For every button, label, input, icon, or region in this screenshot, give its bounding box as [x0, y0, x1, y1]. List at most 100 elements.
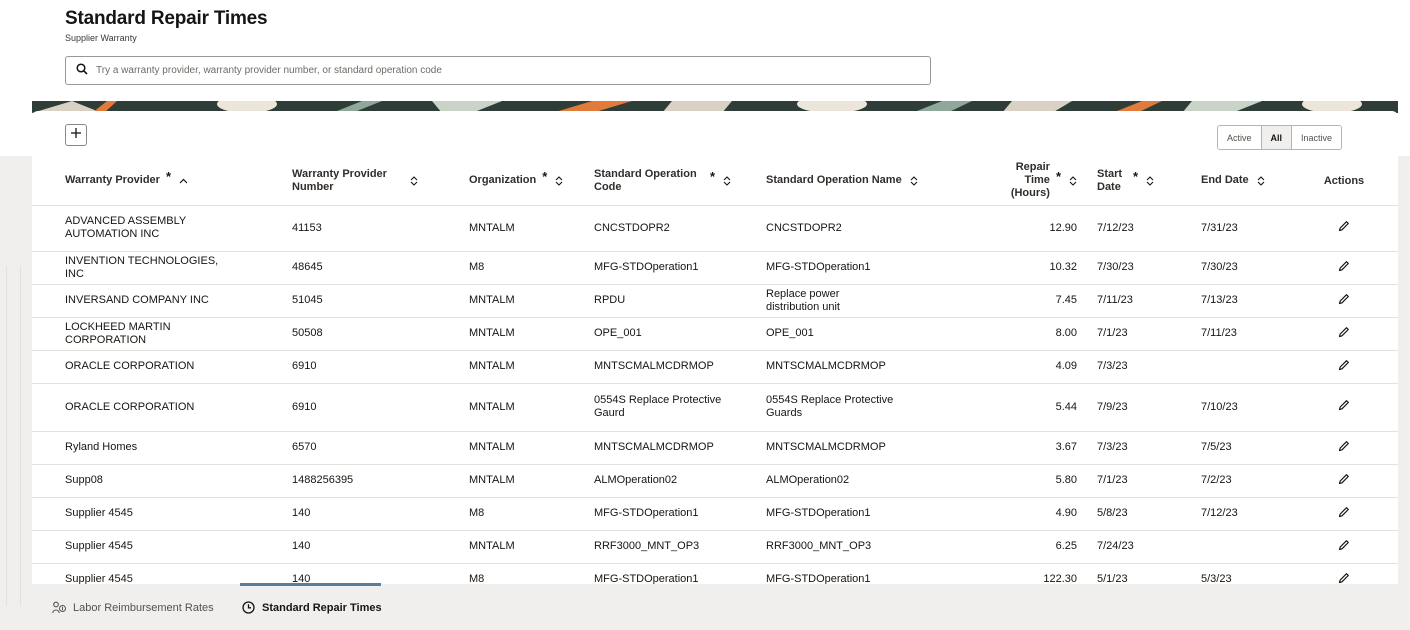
- cell-operation-code: MFG-STDOperation1: [561, 497, 733, 531]
- cell-actions: [1290, 317, 1398, 351]
- filter-inactive[interactable]: Inactive: [1292, 126, 1342, 149]
- cell-operation-name: MNTSCMALMCDRMOP: [733, 350, 955, 384]
- sort-icon[interactable]: [555, 175, 563, 186]
- cell-provider-number: 140: [259, 530, 436, 564]
- table-row[interactable]: Supplier 4545 140 M8 MFG-STDOperation1 MFG-S…: [32, 497, 1398, 531]
- table-row[interactable]: Supp08 1488256395 MNTALM ALMOperation02 ALMO…: [32, 464, 1398, 498]
- pencil-icon[interactable]: [1338, 506, 1350, 518]
- cell-organization: MNTALM: [436, 530, 561, 564]
- col-organization[interactable]: Organization *: [436, 157, 563, 206]
- pencil-icon[interactable]: [1338, 326, 1350, 338]
- cell-organization: MNTALM: [436, 317, 561, 351]
- pencil-icon[interactable]: [1338, 359, 1350, 371]
- table-row[interactable]: INVENTION TECHNOLOGIES, INC 48645 M8 MFG-ST…: [32, 251, 1398, 285]
- cell-end-date: 5/3/23: [1176, 563, 1290, 584]
- cell-warranty-provider: INVENTION TECHNOLOGIES, INC: [32, 251, 259, 285]
- col-standard-operation-name[interactable]: Standard Operation Name: [733, 157, 955, 206]
- cell-provider-number: 50508: [259, 317, 436, 351]
- search-input[interactable]: [96, 65, 896, 76]
- cell-actions: [1290, 431, 1398, 465]
- pencil-icon[interactable]: [1338, 293, 1350, 305]
- cell-operation-code: MFG-STDOperation1: [561, 563, 733, 584]
- col-end-date[interactable]: End Date: [1176, 157, 1290, 206]
- col-start-date[interactable]: Start Date *: [1087, 157, 1176, 206]
- labor-rates-icon: [52, 601, 66, 614]
- table-card: Active All Inactive Warranty Provider * W…: [32, 111, 1398, 584]
- tab-labor-reimbursement-rates[interactable]: Labor Reimbursement Rates: [52, 601, 214, 614]
- cell-provider-number: 140: [259, 497, 436, 531]
- tab-label: Labor Reimbursement Rates: [73, 601, 214, 614]
- cell-start-date: 5/1/23: [1087, 563, 1176, 584]
- cell-repair-time: 5.80: [955, 464, 1087, 498]
- cell-repair-time: 4.09: [955, 350, 1087, 384]
- sort-icon[interactable]: [910, 175, 918, 186]
- table-row[interactable]: ORACLE CORPORATION 6910 MNTALM 0554S Replac…: [32, 383, 1398, 432]
- cell-actions: [1290, 530, 1398, 564]
- cell-operation-name: OPE_001: [733, 317, 955, 351]
- cell-start-date: 7/30/23: [1087, 251, 1176, 285]
- required-marker: *: [1055, 169, 1061, 185]
- cell-provider-number: 140: [259, 563, 436, 584]
- cell-actions: [1290, 383, 1398, 432]
- cell-actions: [1290, 464, 1398, 498]
- table-row[interactable]: LOCKHEED MARTIN CORPORATION 50508 MNTALM OP…: [32, 317, 1398, 351]
- sort-icon[interactable]: [410, 175, 418, 186]
- filter-active[interactable]: Active: [1218, 126, 1262, 149]
- cell-start-date: 7/1/23: [1087, 317, 1176, 351]
- cell-start-date: 7/3/23: [1087, 350, 1176, 384]
- tab-standard-repair-times[interactable]: Standard Repair Times: [242, 601, 382, 614]
- add-button[interactable]: [65, 124, 87, 146]
- cell-repair-time: 7.45: [955, 284, 1087, 318]
- cell-warranty-provider: Supplier 4545: [32, 563, 259, 584]
- cell-end-date: 7/31/23: [1176, 205, 1290, 252]
- sort-ascending-icon[interactable]: [179, 178, 188, 184]
- table-row[interactable]: Supplier 4545 140 M8 MFG-STDOperation1 MFG-S…: [32, 563, 1398, 584]
- cell-warranty-provider: ADVANCED ASSEMBLY AUTOMATION INC: [32, 205, 259, 252]
- pencil-icon[interactable]: [1338, 539, 1350, 551]
- sort-icon[interactable]: [723, 175, 731, 186]
- pencil-icon[interactable]: [1338, 440, 1350, 452]
- status-filter[interactable]: Active All Inactive: [1217, 125, 1343, 150]
- cell-actions: [1290, 497, 1398, 531]
- cell-end-date: [1176, 350, 1290, 384]
- table-row[interactable]: ADVANCED ASSEMBLY AUTOMATION INC 41153 MNT…: [32, 205, 1398, 252]
- cell-organization: M8: [436, 251, 561, 285]
- table-row[interactable]: Ryland Homes 6570 MNTALM MNTSCMALMCDRMOP MNT…: [32, 431, 1398, 465]
- pencil-icon[interactable]: [1338, 572, 1350, 584]
- cell-operation-name: CNCSTDOPR2: [733, 205, 955, 252]
- repair-times-table: Warranty Provider * Warranty Provider Num…: [32, 157, 1398, 584]
- page-subtitle: Supplier Warranty: [65, 33, 137, 43]
- table-row[interactable]: ORACLE CORPORATION 6910 MNTALM MNTSCMALMCDR…: [32, 350, 1398, 384]
- cell-operation-code: MFG-STDOperation1: [561, 251, 733, 285]
- cell-operation-name: MFG-STDOperation1: [733, 563, 955, 584]
- table-row[interactable]: INVERSAND COMPANY INC 51045 MNTALM RPDU Repl…: [32, 284, 1398, 318]
- col-warranty-provider-number[interactable]: Warranty Provider Number: [259, 157, 436, 206]
- cell-organization: M8: [436, 497, 561, 531]
- search-box[interactable]: [65, 56, 931, 85]
- cell-actions: [1290, 251, 1398, 285]
- cell-operation-code: 0554S Replace Protective Gaurd: [561, 383, 733, 432]
- pencil-icon[interactable]: [1338, 220, 1350, 232]
- sort-icon[interactable]: [1146, 175, 1154, 186]
- table-row[interactable]: Supplier 4545 140 MNTALM RRF3000_MNT_OP3 RRF…: [32, 530, 1398, 564]
- scroll-indicator[interactable]: [240, 583, 381, 586]
- cell-operation-name: MFG-STDOperation1: [733, 251, 955, 285]
- cell-provider-number: 41153: [259, 205, 436, 252]
- pencil-icon[interactable]: [1338, 260, 1350, 272]
- pencil-icon[interactable]: [1338, 473, 1350, 485]
- background-pattern: [0, 266, 30, 606]
- cell-operation-name: MFG-STDOperation1: [733, 497, 955, 531]
- pencil-icon[interactable]: [1338, 399, 1350, 411]
- cell-operation-code: RRF3000_MNT_OP3: [561, 530, 733, 564]
- plus-icon: [70, 126, 82, 144]
- cell-warranty-provider: Supplier 4545: [32, 530, 259, 564]
- cell-provider-number: 6910: [259, 383, 436, 432]
- col-repair-time[interactable]: Repair Time (Hours) *: [955, 157, 1087, 206]
- filter-all[interactable]: All: [1261, 126, 1293, 149]
- sort-icon[interactable]: [1257, 175, 1265, 186]
- table-header-row: Warranty Provider * Warranty Provider Num…: [32, 157, 1398, 206]
- col-warranty-provider[interactable]: Warranty Provider *: [32, 157, 259, 206]
- cell-warranty-provider: ORACLE CORPORATION: [32, 350, 259, 384]
- sort-icon[interactable]: [1069, 175, 1077, 186]
- col-standard-operation-code[interactable]: Standard Operation Code *: [561, 157, 733, 206]
